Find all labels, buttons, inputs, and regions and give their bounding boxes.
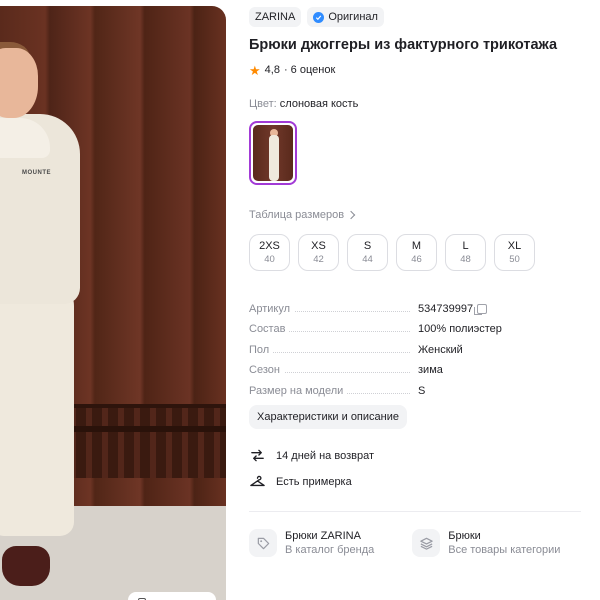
spec-key: Сезон bbox=[249, 364, 418, 377]
rating-value: 4,8 bbox=[264, 64, 280, 76]
spec-value: 534739997 bbox=[418, 302, 488, 315]
size-table-label: Таблица размеров bbox=[249, 209, 345, 221]
size-label: XL bbox=[507, 240, 522, 252]
layers-icon bbox=[412, 529, 441, 557]
size-option-xs[interactable]: XS 42 bbox=[298, 234, 339, 271]
hanger-icon bbox=[250, 475, 265, 487]
photo-shoe bbox=[2, 546, 50, 586]
category-text: Брюки Все товары категории bbox=[448, 530, 560, 556]
spec-key-text: Артикул bbox=[249, 302, 295, 315]
original-label: Оригинал bbox=[328, 11, 378, 23]
photo-pants bbox=[0, 276, 74, 536]
brand-link[interactable]: ZARINA bbox=[249, 7, 302, 27]
category-links: Брюки ZARINA В каталог бренда Брюки Все … bbox=[249, 529, 560, 557]
spec-key: Пол bbox=[249, 343, 418, 356]
spec-key-text: Пол bbox=[249, 343, 274, 356]
spec-value: 100% полиэстер bbox=[418, 323, 502, 336]
size-ru: 44 bbox=[362, 254, 373, 265]
spec-row-composition: Состав 100% полиэстер bbox=[249, 315, 579, 336]
feature-try-on: Есть примерка bbox=[249, 473, 352, 490]
size-ru: 46 bbox=[411, 254, 422, 265]
size-option-2xs[interactable]: 2XS 40 bbox=[249, 234, 290, 271]
category-title: Брюки bbox=[448, 530, 481, 542]
spec-value: S bbox=[418, 384, 426, 397]
size-option-m[interactable]: M 46 bbox=[396, 234, 437, 271]
copy-icon[interactable] bbox=[474, 303, 488, 315]
size-label: XS bbox=[311, 240, 326, 252]
color-label-key: Цвет: bbox=[249, 98, 277, 110]
feature-returns: 14 дней на возврат bbox=[249, 447, 374, 464]
size-table-link[interactable]: Таблица размеров bbox=[249, 209, 356, 221]
swatch-thumbnail bbox=[253, 125, 293, 181]
size-ru: 48 bbox=[460, 254, 471, 265]
chevron-right-icon bbox=[346, 210, 356, 220]
swatch-figure bbox=[269, 135, 279, 181]
size-ru: 42 bbox=[313, 254, 324, 265]
size-option-s[interactable]: S 44 bbox=[347, 234, 388, 271]
spec-value: Женский bbox=[418, 343, 463, 356]
original-badge[interactable]: Оригинал bbox=[307, 7, 384, 27]
spec-key: Размер на модели bbox=[249, 384, 418, 397]
size-option-xl[interactable]: XL 50 bbox=[494, 234, 535, 271]
rating-row[interactable]: ★ 4,8 · 6 оценок bbox=[249, 62, 336, 78]
feature-try-on-text: Есть примерка bbox=[276, 475, 352, 488]
spec-value: зима bbox=[418, 364, 443, 377]
spec-key-text: Сезон bbox=[249, 364, 284, 377]
photo-bench-shadow bbox=[60, 426, 226, 432]
specs-list: Артикул 534739997 Состав 100% полиэстер … bbox=[249, 294, 579, 397]
return-arrows-icon bbox=[251, 449, 264, 462]
spec-key: Состав bbox=[249, 323, 418, 336]
product-title: Брюки джоггеры из фактурного трикотажа bbox=[249, 37, 558, 53]
verified-check-icon bbox=[313, 11, 325, 23]
size-label: S bbox=[363, 240, 372, 252]
category-link[interactable]: Брюки Все товары категории bbox=[412, 529, 560, 557]
spec-key-text: Размер на модели bbox=[249, 384, 348, 397]
article-number: 534739997 bbox=[418, 302, 474, 315]
product-photo[interactable]: MOUNTE bbox=[0, 6, 226, 600]
color-swatch-selected[interactable] bbox=[249, 121, 297, 185]
product-info: ZARINA Оригинал Брюки джоггеры из фактур… bbox=[249, 0, 589, 600]
size-label: L bbox=[462, 240, 469, 252]
spec-key: Артикул bbox=[249, 302, 418, 315]
spec-row-article: Артикул 534739997 bbox=[249, 294, 579, 315]
tag-icon bbox=[249, 529, 277, 557]
color-label: Цвет: слоновая кость bbox=[249, 98, 358, 110]
brand-catalog-link[interactable]: Брюки ZARINA В каталог бренда bbox=[249, 529, 374, 557]
brand-catalog-text: Брюки ZARINA В каталог бренда bbox=[285, 530, 374, 556]
spec-key-text: Состав bbox=[249, 323, 290, 336]
category-subtitle: Все товары категории bbox=[448, 544, 561, 556]
spec-row-model-size: Размер на модели S bbox=[249, 376, 579, 397]
spec-row-season: Сезон зима bbox=[249, 356, 579, 377]
size-label: 2XS bbox=[259, 240, 280, 252]
brand-catalog-title: Брюки ZARINA bbox=[285, 530, 361, 542]
size-label: M bbox=[411, 240, 422, 252]
photo-jacket-logo: MOUNTE bbox=[22, 170, 51, 176]
photo-head bbox=[0, 48, 38, 118]
divider bbox=[249, 511, 581, 512]
photo-bench bbox=[60, 404, 226, 478]
size-option-l[interactable]: L 48 bbox=[445, 234, 486, 271]
color-label-value: слоновая кость bbox=[279, 98, 359, 110]
reviews-count: · 6 оценок bbox=[283, 64, 336, 76]
star-icon: ★ bbox=[249, 62, 261, 78]
size-ru: 40 bbox=[264, 254, 275, 265]
brand-row: ZARINA Оригинал bbox=[249, 7, 384, 27]
feature-returns-text: 14 дней на возврат bbox=[276, 449, 374, 462]
brand-catalog-subtitle: В каталог бренда bbox=[285, 544, 375, 556]
spec-row-gender: Пол Женский bbox=[249, 335, 579, 356]
details-button[interactable]: Характеристики и описание bbox=[249, 405, 407, 429]
size-ru: 50 bbox=[509, 254, 520, 265]
size-selector: 2XS 40 XS 42 S 44 M 46 L 48 XL 50 bbox=[249, 234, 535, 271]
